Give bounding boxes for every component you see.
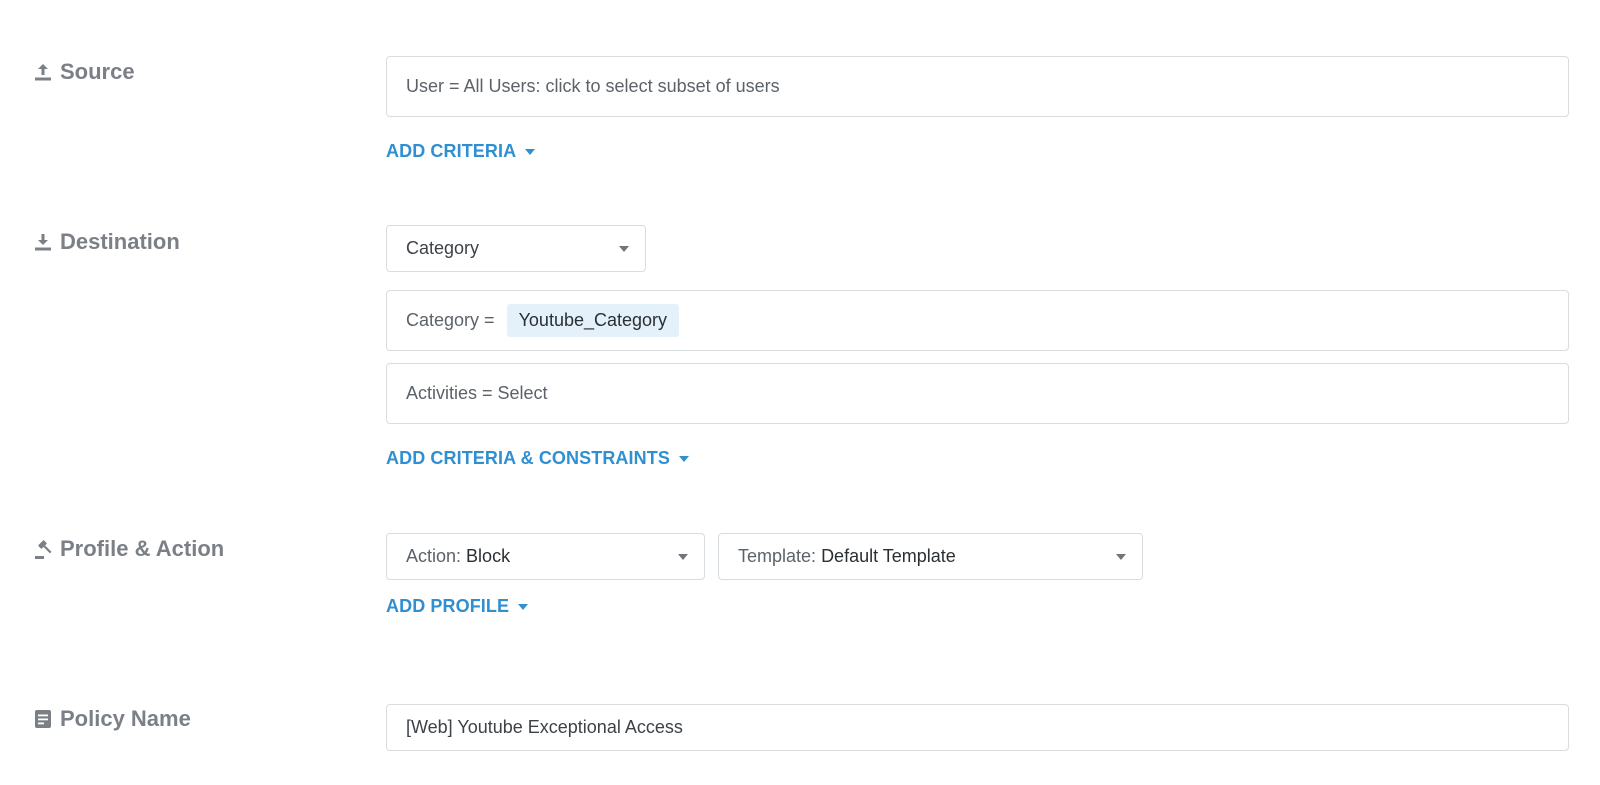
destination-type-value: Category xyxy=(406,238,480,258)
add-criteria-button[interactable]: ADD CRITERIA xyxy=(386,141,536,162)
profile-action-section-label: Profile & Action xyxy=(34,536,224,562)
source-users-field[interactable]: User = All Users: click to select subset… xyxy=(386,56,1569,117)
add-profile-label: ADD PROFILE xyxy=(386,596,510,616)
source-users-text: User = All Users: click to select subset… xyxy=(406,76,780,96)
activities-field[interactable]: Activities = Select xyxy=(386,363,1569,424)
add-criteria-constraints-label: ADD CRITERIA & CONSTRAINTS xyxy=(386,448,670,468)
action-select[interactable]: Action: Block xyxy=(386,533,705,580)
category-prefix: Category = xyxy=(406,310,495,330)
category-tag[interactable]: Youtube_Category xyxy=(506,304,680,337)
policy-name-input[interactable]: [Web] Youtube Exceptional Access xyxy=(386,704,1569,751)
activities-text: Activities = Select xyxy=(406,383,548,403)
chevron-down-icon xyxy=(1116,553,1126,560)
profile-action-label-text: Profile & Action xyxy=(60,536,225,561)
template-select[interactable]: Template: Default Template xyxy=(718,533,1143,580)
document-icon xyxy=(34,708,54,730)
upload-icon xyxy=(34,61,54,83)
template-value: Default Template xyxy=(821,546,956,566)
caret-down-icon xyxy=(518,603,529,610)
add-profile-button[interactable]: ADD PROFILE xyxy=(386,596,529,617)
add-criteria-constraints-button[interactable]: ADD CRITERIA & CONSTRAINTS xyxy=(386,448,689,469)
chevron-down-icon xyxy=(619,245,629,252)
caret-down-icon xyxy=(525,148,536,155)
action-prefix: Action: xyxy=(406,546,462,566)
destination-section-label: Destination xyxy=(34,229,180,255)
source-label-text: Source xyxy=(60,59,135,84)
template-prefix: Template: xyxy=(738,546,817,566)
action-value: Block xyxy=(466,546,511,566)
source-section-label: Source xyxy=(34,59,135,85)
add-criteria-label: ADD CRITERIA xyxy=(386,141,517,161)
gavel-icon xyxy=(34,538,54,560)
chevron-down-icon xyxy=(678,553,688,560)
policy-name-label-text: Policy Name xyxy=(60,706,191,731)
caret-down-icon xyxy=(678,455,689,462)
download-icon xyxy=(34,231,54,253)
category-field[interactable]: Category = Youtube_Category xyxy=(386,290,1569,351)
policy-name-section-label: Policy Name xyxy=(34,706,191,732)
destination-type-select[interactable]: Category xyxy=(386,225,646,272)
destination-label-text: Destination xyxy=(60,229,180,254)
policy-name-value: [Web] Youtube Exceptional Access xyxy=(406,717,683,737)
